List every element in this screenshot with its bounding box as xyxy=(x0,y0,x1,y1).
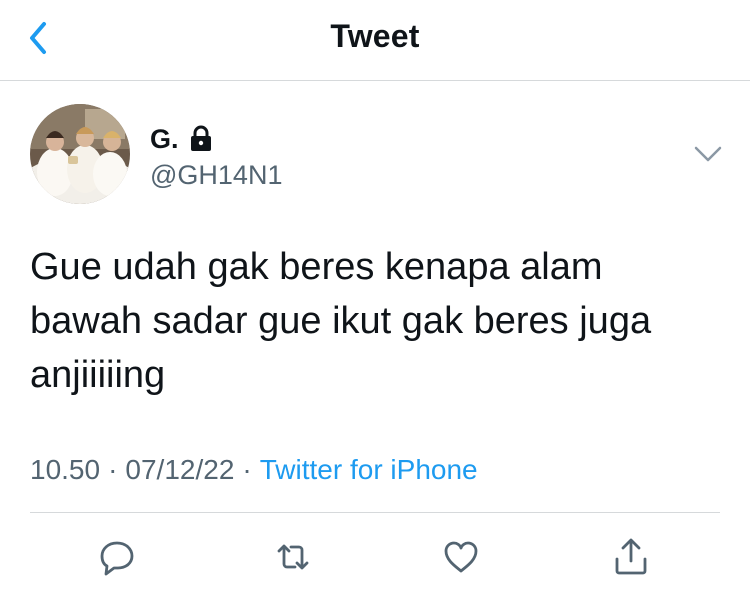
author-display-name[interactable]: G. xyxy=(150,124,179,155)
tweet-source-link[interactable]: Twitter for iPhone xyxy=(260,454,478,485)
tweet-metadata: 10.50 · 07/12/22 · Twitter for iPhone xyxy=(30,454,478,486)
author-handle[interactable]: @GH14N1 xyxy=(150,160,282,191)
reply-icon xyxy=(100,541,134,576)
like-icon xyxy=(444,541,478,573)
tweet-date: 07/12/22 xyxy=(125,454,235,485)
separator-dot: · xyxy=(108,454,118,485)
share-button[interactable] xyxy=(606,532,656,582)
separator-dot: · xyxy=(242,454,252,485)
avatar[interactable] xyxy=(30,104,130,204)
retweet-button[interactable] xyxy=(268,532,318,582)
page-title: Tweet xyxy=(330,18,420,54)
chevron-down-icon xyxy=(694,146,722,162)
more-options-button[interactable] xyxy=(692,142,724,166)
reply-button[interactable] xyxy=(92,532,142,582)
lock-icon xyxy=(190,125,211,151)
like-button[interactable] xyxy=(436,532,486,582)
avatar-image xyxy=(30,104,130,204)
divider xyxy=(30,512,720,513)
top-navigation-bar: Tweet xyxy=(0,0,750,81)
tweet-text: Gue udah gak beres kenapa alam bawah sad… xyxy=(30,246,652,396)
tweet-time: 10.50 xyxy=(30,454,101,485)
retweet-icon xyxy=(277,544,309,570)
author-name-row: G. xyxy=(150,120,213,158)
share-icon xyxy=(615,538,647,575)
